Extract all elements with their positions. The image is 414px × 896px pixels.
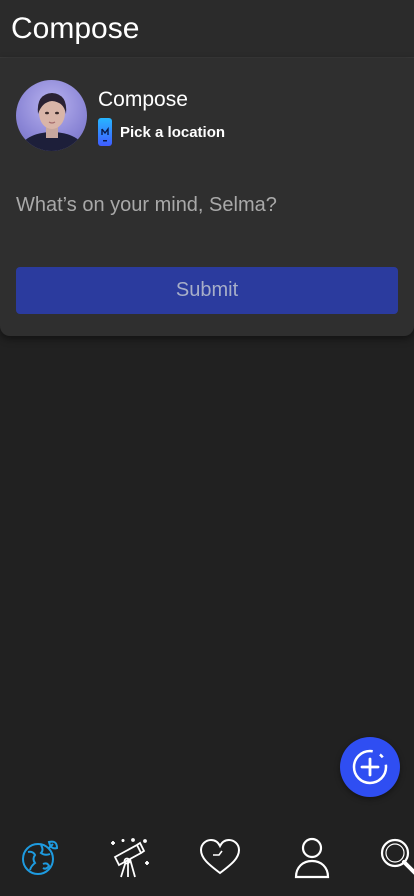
submit-button[interactable]: Submit [16,267,398,314]
add-circle-icon [352,749,388,785]
globe-icon [22,840,59,875]
new-post-fab[interactable] [340,737,400,797]
heart-icon [199,838,241,875]
compose-card: Compose Pick a location What’s on your m… [0,58,414,336]
nav-search[interactable] [376,834,414,880]
nav-explore[interactable] [17,834,63,880]
pick-location-label: Pick a location [120,123,226,141]
nav-favorites[interactable] [197,834,243,880]
nav-profile[interactable] [289,834,335,880]
avatar [16,80,87,151]
nav-discover[interactable] [106,834,152,880]
location-pin-icon [98,118,112,146]
search-icon [380,838,414,875]
compose-heading: Compose [98,88,188,111]
pick-location-button[interactable]: Pick a location [98,118,225,146]
person-icon [294,837,330,879]
post-text-input[interactable]: What’s on your mind, Selma? [16,194,277,217]
bottom-navigation [0,820,414,896]
app-header: Compose [0,0,414,58]
telescope-icon [111,838,149,878]
page-title: Compose [11,12,140,45]
